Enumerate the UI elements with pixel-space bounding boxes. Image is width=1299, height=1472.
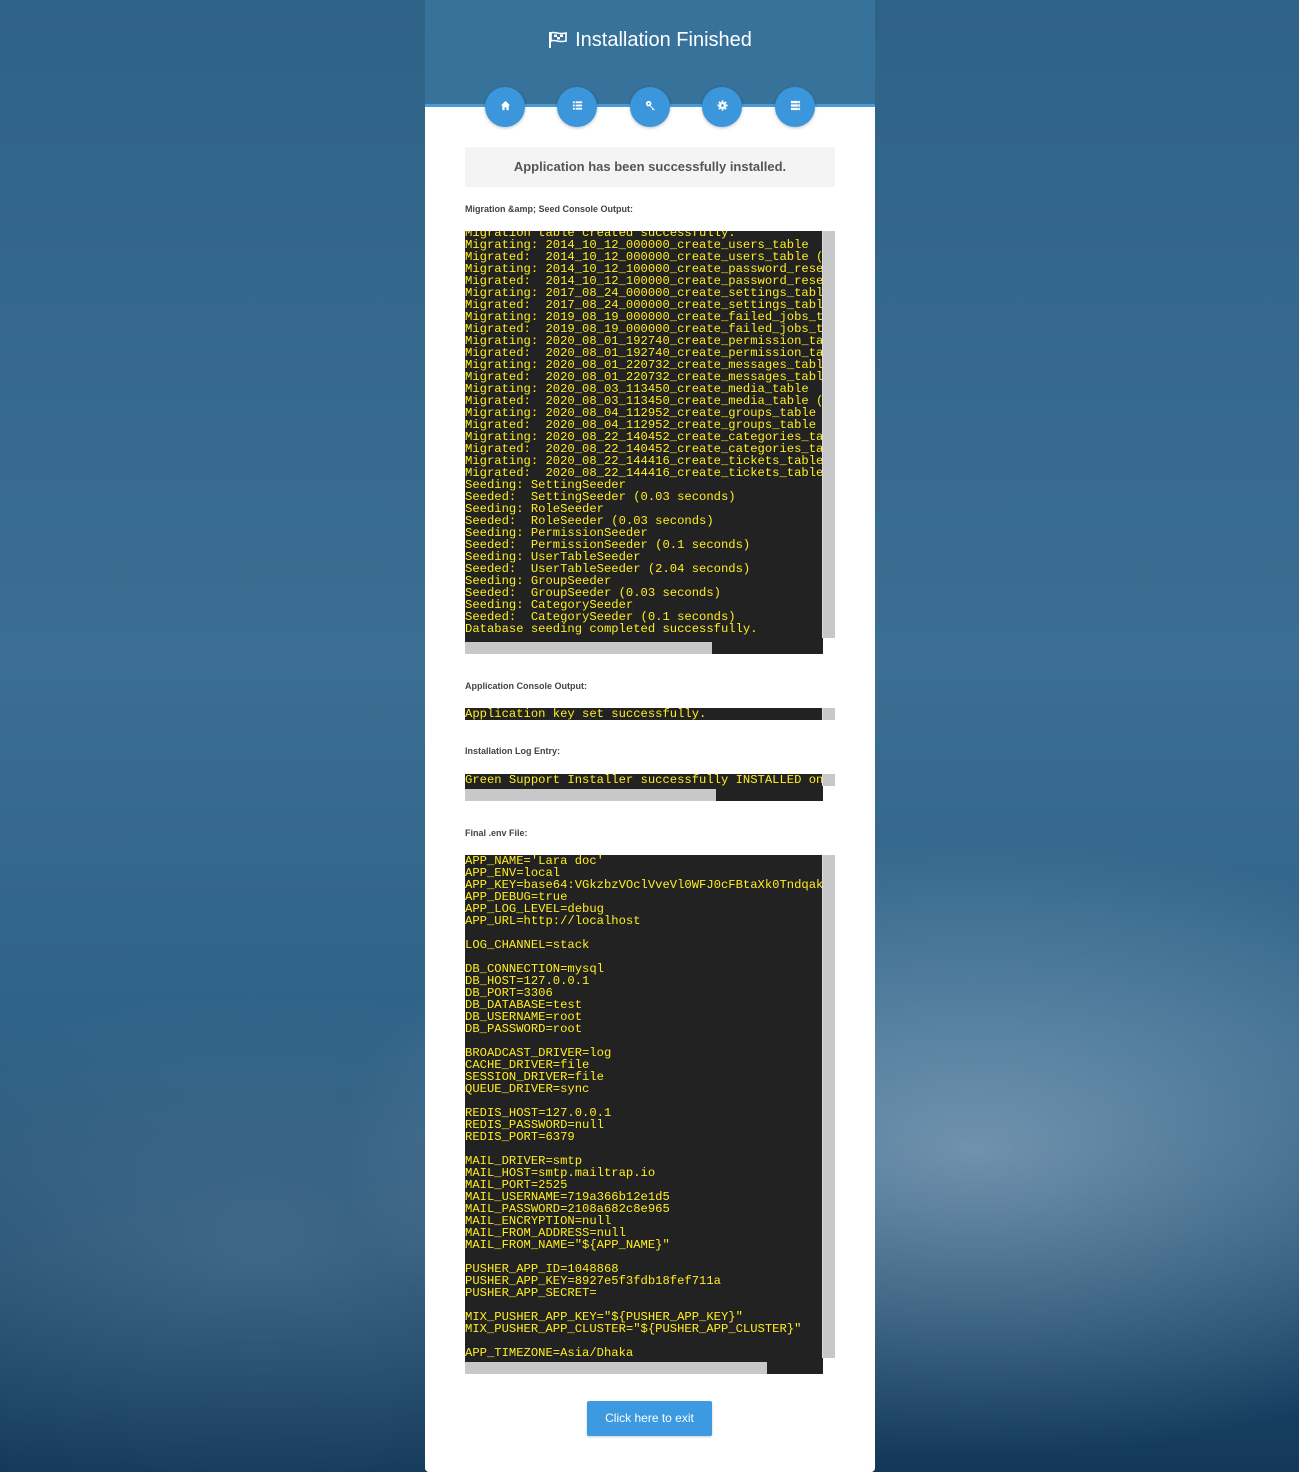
app-console-vscrollbar[interactable] (822, 708, 835, 720)
install-log-screen: Green Support Installer successfully INS… (465, 774, 823, 787)
gear-icon (716, 98, 728, 116)
step-requirements[interactable] (557, 87, 597, 127)
env-console-screen: APP_NAME='Lara doc' APP_ENV=local APP_KE… (465, 855, 823, 1360)
env-hscroll-track (465, 1360, 823, 1374)
success-alert: Application has been successfully instal… (465, 147, 835, 187)
step-environment[interactable] (702, 87, 742, 127)
migration-output: Migration table created successfully. Mi… (465, 231, 823, 636)
install-log-hscroll-track (465, 787, 823, 801)
app-console-output: Application key set successfully. (465, 708, 707, 720)
exit-button[interactable]: Click here to exit (587, 1401, 712, 1436)
install-log-vscrollbar[interactable] (822, 774, 835, 786)
app-console[interactable]: Application key set successfully. (465, 708, 835, 720)
migration-console-screen: Migration table created successfully. Mi… (465, 231, 823, 640)
install-log-hscrollbar[interactable] (465, 789, 716, 801)
wizard-steps (425, 87, 875, 127)
key-icon (645, 98, 656, 116)
env-console[interactable]: APP_NAME='Lara doc' APP_ENV=local APP_KE… (465, 855, 835, 1374)
list-icon (572, 98, 583, 116)
flag-icon (548, 31, 568, 55)
install-log-console[interactable]: Green Support Installer successfully INS… (465, 774, 835, 801)
env-hscrollbar[interactable] (465, 1362, 767, 1374)
install-log-label: Installation Log Entry: (465, 746, 561, 756)
app-console-screen: Application key set successfully. (465, 708, 823, 720)
migration-vscrollbar[interactable] (822, 231, 835, 638)
page-title: Installation Finished (425, 29, 875, 55)
migration-hscroll-track (465, 640, 823, 654)
step-welcome[interactable] (485, 87, 525, 127)
migration-hscrollbar[interactable] (465, 642, 712, 654)
installer-card: Installation Finished Application has be… (425, 0, 875, 1472)
step-permissions[interactable] (630, 87, 670, 127)
env-output: APP_NAME='Lara doc' APP_ENV=local APP_KE… (465, 855, 823, 1360)
migration-console[interactable]: Migration table created successfully. Mi… (465, 231, 835, 654)
page-title-text: Installation Finished (575, 29, 752, 51)
app-console-label: Application Console Output: (465, 681, 587, 691)
install-log-output: Green Support Installer successfully INS… (465, 774, 823, 787)
env-label: Final .env File: (465, 828, 528, 838)
env-vscrollbar[interactable] (822, 855, 835, 1358)
migration-label: Migration &amp; Seed Console Output: (465, 204, 633, 214)
step-finish[interactable] (775, 87, 815, 127)
server-icon (790, 98, 801, 116)
home-icon (500, 98, 511, 116)
